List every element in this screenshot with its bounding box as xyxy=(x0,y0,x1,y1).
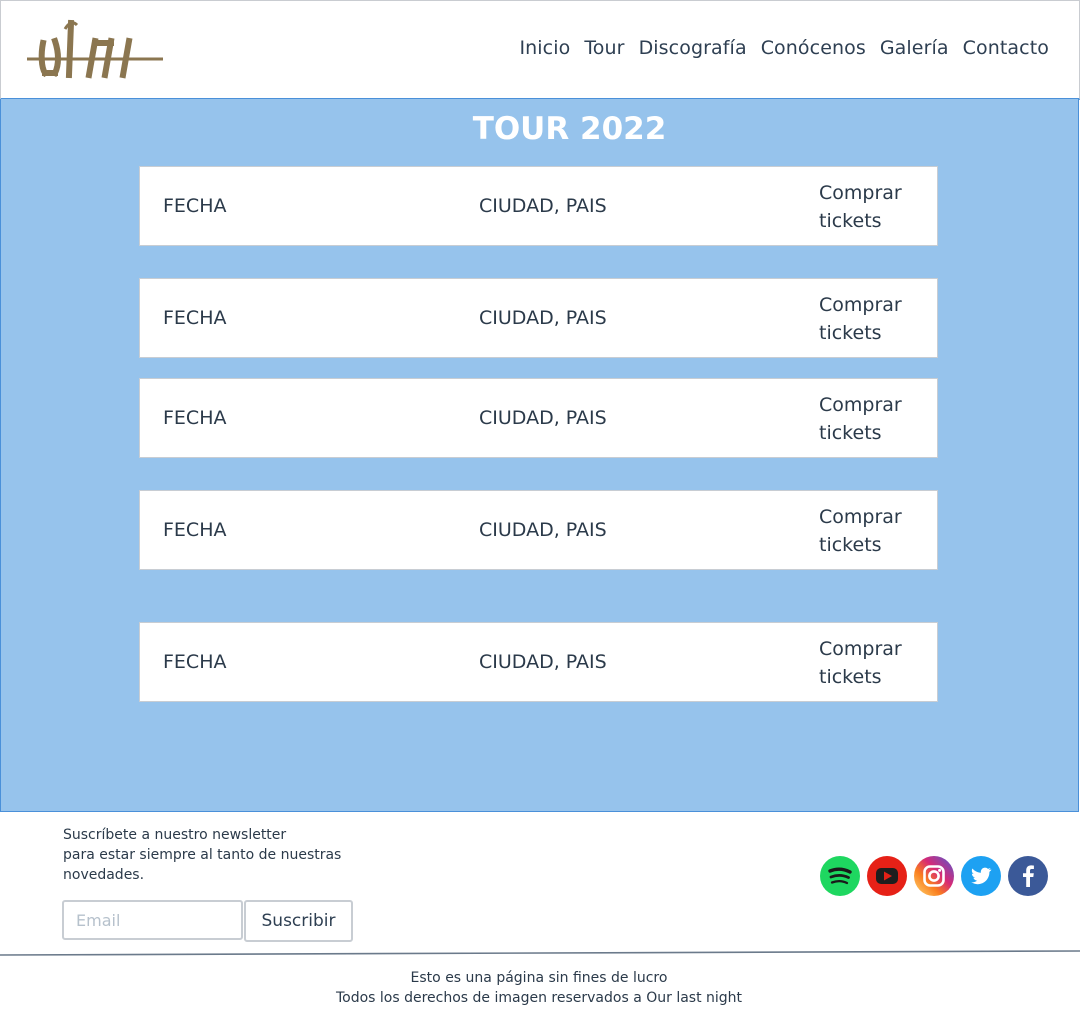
buy-tickets-link[interactable]: Comprar tickets xyxy=(819,179,929,235)
tour-location: CIUDAD, PAIS xyxy=(479,407,607,429)
tour-date: FECHA xyxy=(163,519,227,541)
buy-tickets-link[interactable]: Comprar tickets xyxy=(819,291,929,347)
tour-row: FECHA CIUDAD, PAIS Comprar tickets xyxy=(139,622,938,702)
tour-row: FECHA CIUDAD, PAIS Comprar tickets xyxy=(139,166,938,246)
tour-row: FECHA CIUDAD, PAIS Comprar tickets xyxy=(139,378,938,458)
nav-conocenos[interactable]: Conócenos xyxy=(761,37,866,59)
buy-tickets-link[interactable]: Comprar tickets xyxy=(819,503,929,559)
tour-location: CIUDAD, PAIS xyxy=(479,519,607,541)
tour-date: FECHA xyxy=(163,407,227,429)
credits: Esto es una página sin fines de lucro To… xyxy=(0,968,1078,1008)
tour-date: FECHA xyxy=(163,195,227,217)
facebook-icon[interactable] xyxy=(1008,856,1048,896)
tour-location: CIUDAD, PAIS xyxy=(479,651,607,673)
newsletter-heading: Suscríbete a nuestro newsletter xyxy=(63,827,287,843)
nav-contacto[interactable]: Contacto xyxy=(963,37,1049,59)
tour-section: TOUR 2022 FECHA CIUDAD, PAIS Comprar tic… xyxy=(0,99,1079,812)
email-field[interactable] xyxy=(62,900,243,940)
nav-galeria[interactable]: Galería xyxy=(880,37,949,59)
site-header: Inicio Tour Discografía Conócenos Galerí… xyxy=(0,0,1080,100)
youtube-icon[interactable] xyxy=(867,856,907,896)
page-title: TOUR 2022 xyxy=(472,111,667,147)
band-logo-icon[interactable] xyxy=(25,19,165,81)
nav-tour[interactable]: Tour xyxy=(584,37,624,59)
tour-row: FECHA CIUDAD, PAIS Comprar tickets xyxy=(139,278,938,358)
subscribe-button[interactable]: Suscribir xyxy=(244,900,353,942)
buy-tickets-link[interactable]: Comprar tickets xyxy=(819,391,929,447)
spotify-icon[interactable] xyxy=(820,856,860,896)
main-nav: Inicio Tour Discografía Conócenos Galerí… xyxy=(519,37,1049,59)
tour-location: CIUDAD, PAIS xyxy=(479,195,607,217)
tour-date: FECHA xyxy=(163,651,227,673)
newsletter-subtext: para estar siempre al tanto de nuestras … xyxy=(63,847,342,883)
footer-divider xyxy=(0,950,1080,956)
tour-date: FECHA xyxy=(163,307,227,329)
tour-location: CIUDAD, PAIS xyxy=(479,307,607,329)
buy-tickets-link[interactable]: Comprar tickets xyxy=(819,635,929,691)
credits-line-1: Esto es una página sin fines de lucro xyxy=(410,970,668,986)
nav-inicio[interactable]: Inicio xyxy=(519,37,570,59)
tour-row: FECHA CIUDAD, PAIS Comprar tickets xyxy=(139,490,938,570)
instagram-icon[interactable] xyxy=(914,856,954,896)
newsletter-text: Suscríbete a nuestro newsletter para est… xyxy=(63,825,353,885)
social-links xyxy=(820,856,1048,896)
credits-line-2: Todos los derechos de imagen reservados … xyxy=(335,990,743,1006)
twitter-icon[interactable] xyxy=(961,856,1001,896)
nav-discografia[interactable]: Discografía xyxy=(639,37,747,59)
